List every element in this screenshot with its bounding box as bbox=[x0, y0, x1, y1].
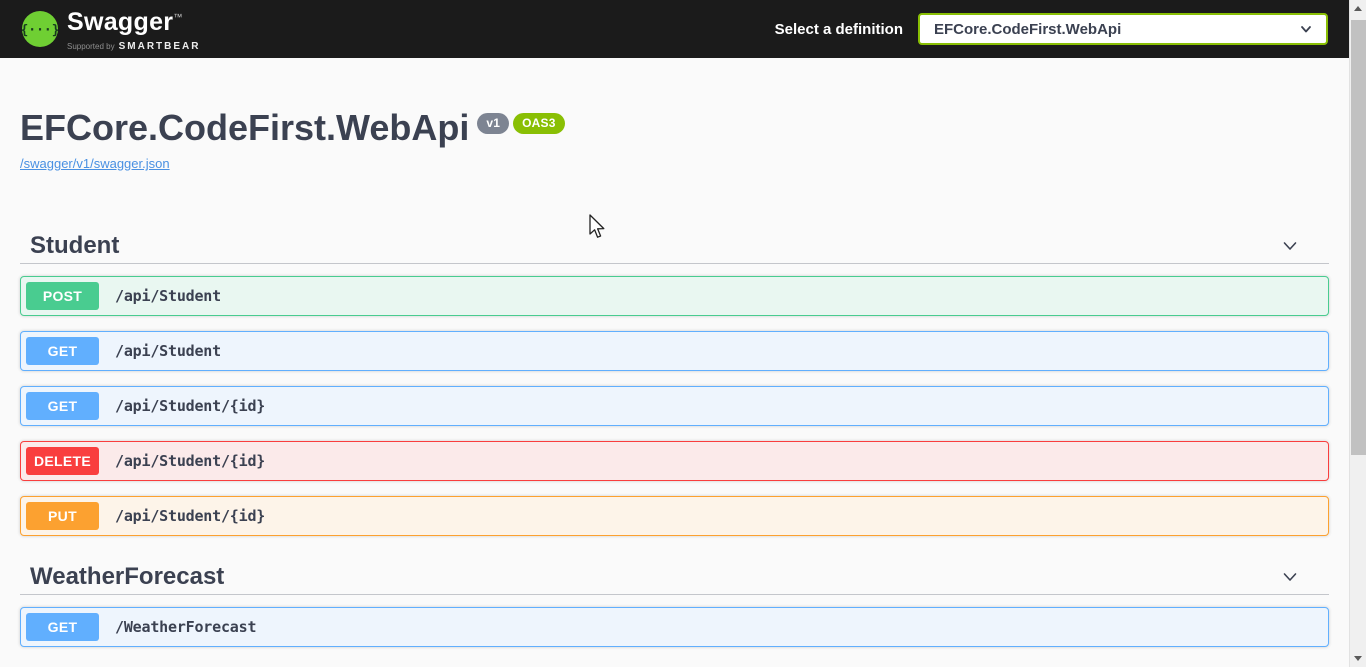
spec-link[interactable]: /swagger/v1/swagger.json bbox=[20, 156, 170, 171]
operation-path: /api/Student/{id} bbox=[115, 452, 265, 470]
api-info: EFCore.CodeFirst.WebApiv1OAS3 /swagger/v… bbox=[20, 108, 1329, 171]
operation-path: /api/Student bbox=[115, 287, 221, 305]
operation-path: /api/Student/{id} bbox=[115, 397, 265, 415]
method-badge: GET bbox=[26, 337, 99, 365]
operation-row[interactable]: GET /api/Student/{id} bbox=[20, 386, 1329, 426]
definition-select[interactable]: EFCore.CodeFirst.WebApi bbox=[918, 13, 1328, 45]
operation-row[interactable]: GET /WeatherForecast bbox=[20, 607, 1329, 647]
method-badge: GET bbox=[26, 392, 99, 420]
swagger-logo-icon: {···} bbox=[22, 11, 58, 47]
trademark-symbol: ™ bbox=[173, 12, 182, 22]
scroll-down-button[interactable] bbox=[1350, 650, 1366, 667]
swagger-wordmark: Swagger™ bbox=[67, 4, 200, 35]
method-badge: POST bbox=[26, 282, 99, 310]
section-title: WeatherForecast bbox=[30, 563, 224, 591]
operation-path: /api/Student/{id} bbox=[115, 507, 265, 525]
page-title: EFCore.CodeFirst.WebApiv1OAS3 bbox=[20, 108, 1329, 148]
operation-row[interactable]: PUT /api/Student/{id} bbox=[20, 496, 1329, 536]
oas3-badge: OAS3 bbox=[513, 113, 564, 134]
vertical-scrollbar[interactable] bbox=[1349, 0, 1366, 667]
chevron-down-icon[interactable] bbox=[1279, 235, 1301, 257]
operation-path: /WeatherForecast bbox=[115, 618, 256, 636]
topbar: {···} Swagger™ Supported bySMARTBEAR Sel… bbox=[0, 0, 1349, 58]
version-badge: v1 bbox=[477, 113, 509, 134]
definition-select-label: Select a definition bbox=[775, 21, 903, 38]
method-badge: DELETE bbox=[26, 447, 99, 475]
triangle-down-icon bbox=[1354, 656, 1362, 661]
smartbear-tagline: Supported bySMARTBEAR bbox=[67, 36, 200, 54]
section-header-weatherforecast[interactable]: WeatherForecast bbox=[20, 563, 1329, 595]
operation-row[interactable]: GET /api/Student bbox=[20, 331, 1329, 371]
swagger-logo: {···} Swagger™ Supported bySMARTBEAR bbox=[22, 4, 200, 54]
main-content: EFCore.CodeFirst.WebApiv1OAS3 /swagger/v… bbox=[0, 58, 1349, 662]
scroll-up-button[interactable] bbox=[1350, 0, 1366, 17]
chevron-down-icon[interactable] bbox=[1279, 566, 1301, 588]
operation-row[interactable]: DELETE /api/Student/{id} bbox=[20, 441, 1329, 481]
section-title: Student bbox=[30, 232, 119, 260]
method-badge: PUT bbox=[26, 502, 99, 530]
method-badge: GET bbox=[26, 613, 99, 641]
operation-row[interactable]: POST /api/Student bbox=[20, 276, 1329, 316]
operation-path: /api/Student bbox=[115, 342, 221, 360]
svg-text:{···}: {···} bbox=[22, 23, 58, 38]
selected-definition-value: EFCore.CodeFirst.WebApi bbox=[934, 21, 1121, 38]
triangle-up-icon bbox=[1354, 6, 1362, 11]
scrollbar-thumb[interactable] bbox=[1351, 20, 1366, 455]
section-header-student[interactable]: Student bbox=[20, 232, 1329, 264]
chevron-down-icon bbox=[1298, 21, 1314, 37]
